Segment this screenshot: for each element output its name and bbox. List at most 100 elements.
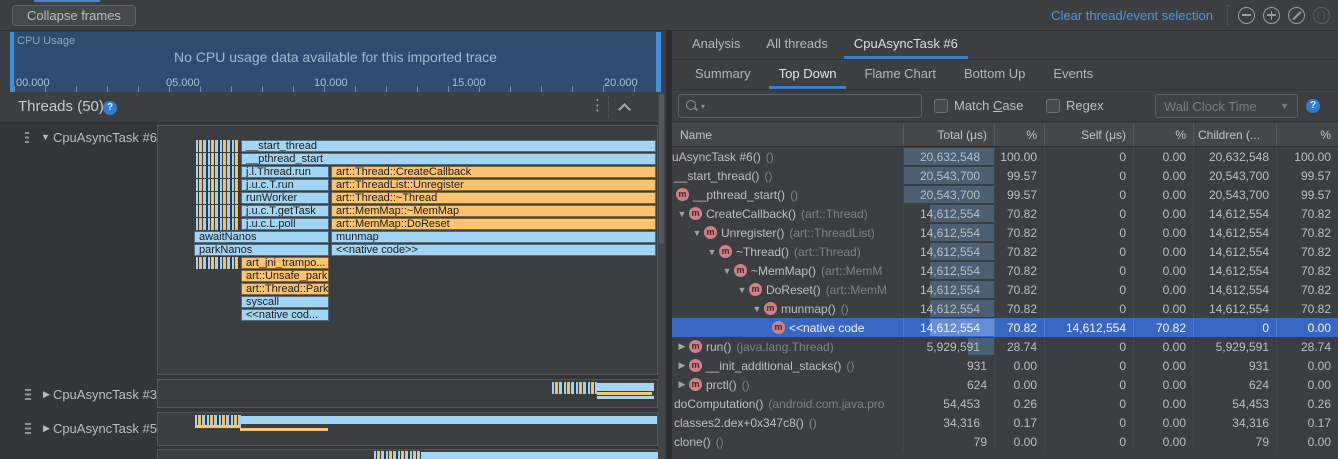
value-cell[interactable]: 0.00 <box>1133 223 1193 242</box>
method-name-cell[interactable]: m__pthread_start()() <box>672 185 903 204</box>
tab-all-threads[interactable]: All threads <box>756 31 837 59</box>
value-cell[interactable]: 14,612,554 <box>903 318 994 337</box>
value-cell[interactable]: 70.82 <box>1276 223 1338 242</box>
flame-minor-frames[interactable] <box>196 218 239 230</box>
value-cell[interactable]: 5,929,591 <box>1193 337 1276 356</box>
chevron-right-icon[interactable]: ▶ <box>675 341 689 352</box>
value-cell[interactable]: 0.00 <box>994 356 1044 375</box>
clear-thread-event-selection-link[interactable]: Clear thread/event selection <box>1051 8 1213 23</box>
flame-frame[interactable]: <<native cod... <box>241 309 329 321</box>
collapse-section-chevron-icon[interactable] <box>618 103 631 116</box>
value-cell[interactable]: 0 <box>1044 147 1133 166</box>
value-cell[interactable]: 0.00 <box>994 375 1044 394</box>
value-cell[interactable]: 14,612,554 <box>1193 299 1276 318</box>
value-cell[interactable]: 20,632,548 <box>903 147 994 166</box>
value-cell[interactable]: 70.82 <box>1276 242 1338 261</box>
column-header[interactable]: Name <box>672 123 903 146</box>
value-cell[interactable]: 99.57 <box>1276 166 1338 185</box>
value-cell[interactable]: 70.82 <box>994 299 1044 318</box>
value-cell[interactable]: 0.00 <box>1133 432 1193 451</box>
clock-help-icon[interactable]: ? <box>1306 99 1320 113</box>
flame-frame[interactable]: art::Thread::CreateCallback <box>331 166 656 178</box>
value-cell[interactable]: 20,543,700 <box>903 166 994 185</box>
value-cell[interactable]: 0.00 <box>1133 299 1193 318</box>
table-row[interactable]: ▶mrun()(java.lang.Thread)5,929,59128.740… <box>672 337 1338 356</box>
chevron-down-icon[interactable]: ▼ <box>720 266 734 276</box>
value-cell[interactable]: 100.00 <box>994 147 1044 166</box>
search-box[interactable]: ▾ <box>678 94 922 118</box>
flame-frame[interactable]: parkNanos <box>194 244 329 256</box>
value-cell[interactable]: 34,316 <box>903 413 994 432</box>
reset-zoom-icon[interactable] <box>1288 7 1305 24</box>
column-header[interactable]: % <box>1276 123 1338 146</box>
value-cell[interactable]: 99.57 <box>1276 185 1338 204</box>
value-cell[interactable]: 0.00 <box>1133 147 1193 166</box>
value-cell[interactable]: 14,612,554 <box>1193 261 1276 280</box>
flame-frame[interactable]: j.u.c.L.poll <box>241 218 329 230</box>
value-cell[interactable]: 0.17 <box>1276 413 1338 432</box>
value-cell[interactable]: 100.00 <box>1276 147 1338 166</box>
flame-frame[interactable]: art_jni_trampo... <box>241 257 329 269</box>
value-cell[interactable]: 14,612,554 <box>1193 223 1276 242</box>
flame-frame[interactable]: munmap <box>331 231 656 243</box>
flame-frame[interactable]: awaitNanos <box>194 231 329 243</box>
value-cell[interactable]: 0 <box>1044 356 1133 375</box>
value-cell[interactable]: 624 <box>1193 375 1276 394</box>
column-header[interactable]: % <box>994 123 1044 146</box>
search-input[interactable] <box>709 98 915 114</box>
value-cell[interactable]: 0 <box>1044 337 1133 356</box>
drag-handle-icon[interactable] <box>25 389 31 400</box>
thread-row-label[interactable]: ▶ CpuAsyncTask #5 <box>0 418 157 438</box>
chevron-right-icon[interactable]: ▶ <box>675 360 689 371</box>
value-cell[interactable]: 14,612,554 <box>1193 204 1276 223</box>
value-cell[interactable]: 0.00 <box>1276 356 1338 375</box>
flame-frame[interactable]: art::Unsafe_park <box>241 270 329 282</box>
value-cell[interactable]: 0 <box>1044 432 1133 451</box>
table-row[interactable]: uAsyncTask #6()()20,632,548100.0000.0020… <box>672 147 1338 166</box>
expand-triangle-icon[interactable]: ▶ <box>43 423 50 434</box>
method-name-cell[interactable]: doComputation()(android.com.java.pro <box>672 394 903 413</box>
method-name-cell[interactable]: clone()() <box>672 432 903 451</box>
value-cell[interactable]: 79 <box>903 432 994 451</box>
value-cell[interactable]: 70.82 <box>1276 261 1338 280</box>
table-row[interactable]: m<<native code14,612,55470.8214,612,5547… <box>672 318 1338 337</box>
zoom-in-icon[interactable] <box>1263 7 1280 24</box>
value-cell[interactable]: 0 <box>1044 242 1133 261</box>
value-cell[interactable]: 0 <box>1044 375 1133 394</box>
value-cell[interactable]: 79 <box>1193 432 1276 451</box>
value-cell[interactable]: 0.00 <box>1133 394 1193 413</box>
value-cell[interactable]: 0.00 <box>1276 432 1338 451</box>
value-cell[interactable]: 14,612,554 <box>1193 280 1276 299</box>
checkbox-icon[interactable] <box>1046 99 1060 113</box>
value-cell[interactable]: 20,632,548 <box>1193 147 1276 166</box>
column-header[interactable]: % <box>1133 123 1193 146</box>
tab-top-down[interactable]: Top Down <box>769 60 847 89</box>
table-row[interactable]: ▶m__init_additional_stacks()()9310.0000.… <box>672 356 1338 375</box>
collapse-frames-button[interactable]: Collapse frames <box>12 5 136 26</box>
table-row[interactable]: doComputation()(android.com.java.pro 54,4… <box>672 394 1338 413</box>
flame-minor-frames[interactable] <box>196 179 239 191</box>
chevron-down-icon[interactable]: ▼ <box>750 304 764 314</box>
tab-flame-chart[interactable]: Flame Chart <box>854 60 946 89</box>
flame-minor-frames[interactable] <box>196 166 239 178</box>
value-cell[interactable]: 14,612,554 <box>1193 242 1276 261</box>
value-cell[interactable]: 70.82 <box>994 318 1044 337</box>
flame-frame[interactable]: art::MemMap::DoReset <box>331 218 656 230</box>
value-cell[interactable]: 99.57 <box>994 185 1044 204</box>
value-cell[interactable]: 54,453 <box>1193 394 1276 413</box>
flame-minor-frames[interactable] <box>196 153 239 165</box>
value-cell[interactable]: 14,612,554 <box>903 299 994 318</box>
value-cell[interactable]: 20,543,700 <box>903 185 994 204</box>
value-cell[interactable]: 0.26 <box>994 394 1044 413</box>
value-cell[interactable]: 0.00 <box>1133 261 1193 280</box>
value-cell[interactable]: 70.82 <box>1276 299 1338 318</box>
table-row[interactable]: ▼mDoReset()(art::MemM14,612,55470.8200.0… <box>672 280 1338 299</box>
table-row[interactable]: __start_thread()()20,543,70099.5700.0020… <box>672 166 1338 185</box>
value-cell[interactable]: 70.82 <box>994 261 1044 280</box>
value-cell[interactable]: 0 <box>1044 223 1133 242</box>
flame-frame[interactable]: syscall <box>241 296 329 308</box>
value-cell[interactable]: 70.82 <box>994 280 1044 299</box>
flame-frame[interactable]: art::MemMap::~MemMap <box>331 205 656 217</box>
value-cell[interactable]: 0.00 <box>1276 375 1338 394</box>
value-cell[interactable]: 0.00 <box>1133 166 1193 185</box>
